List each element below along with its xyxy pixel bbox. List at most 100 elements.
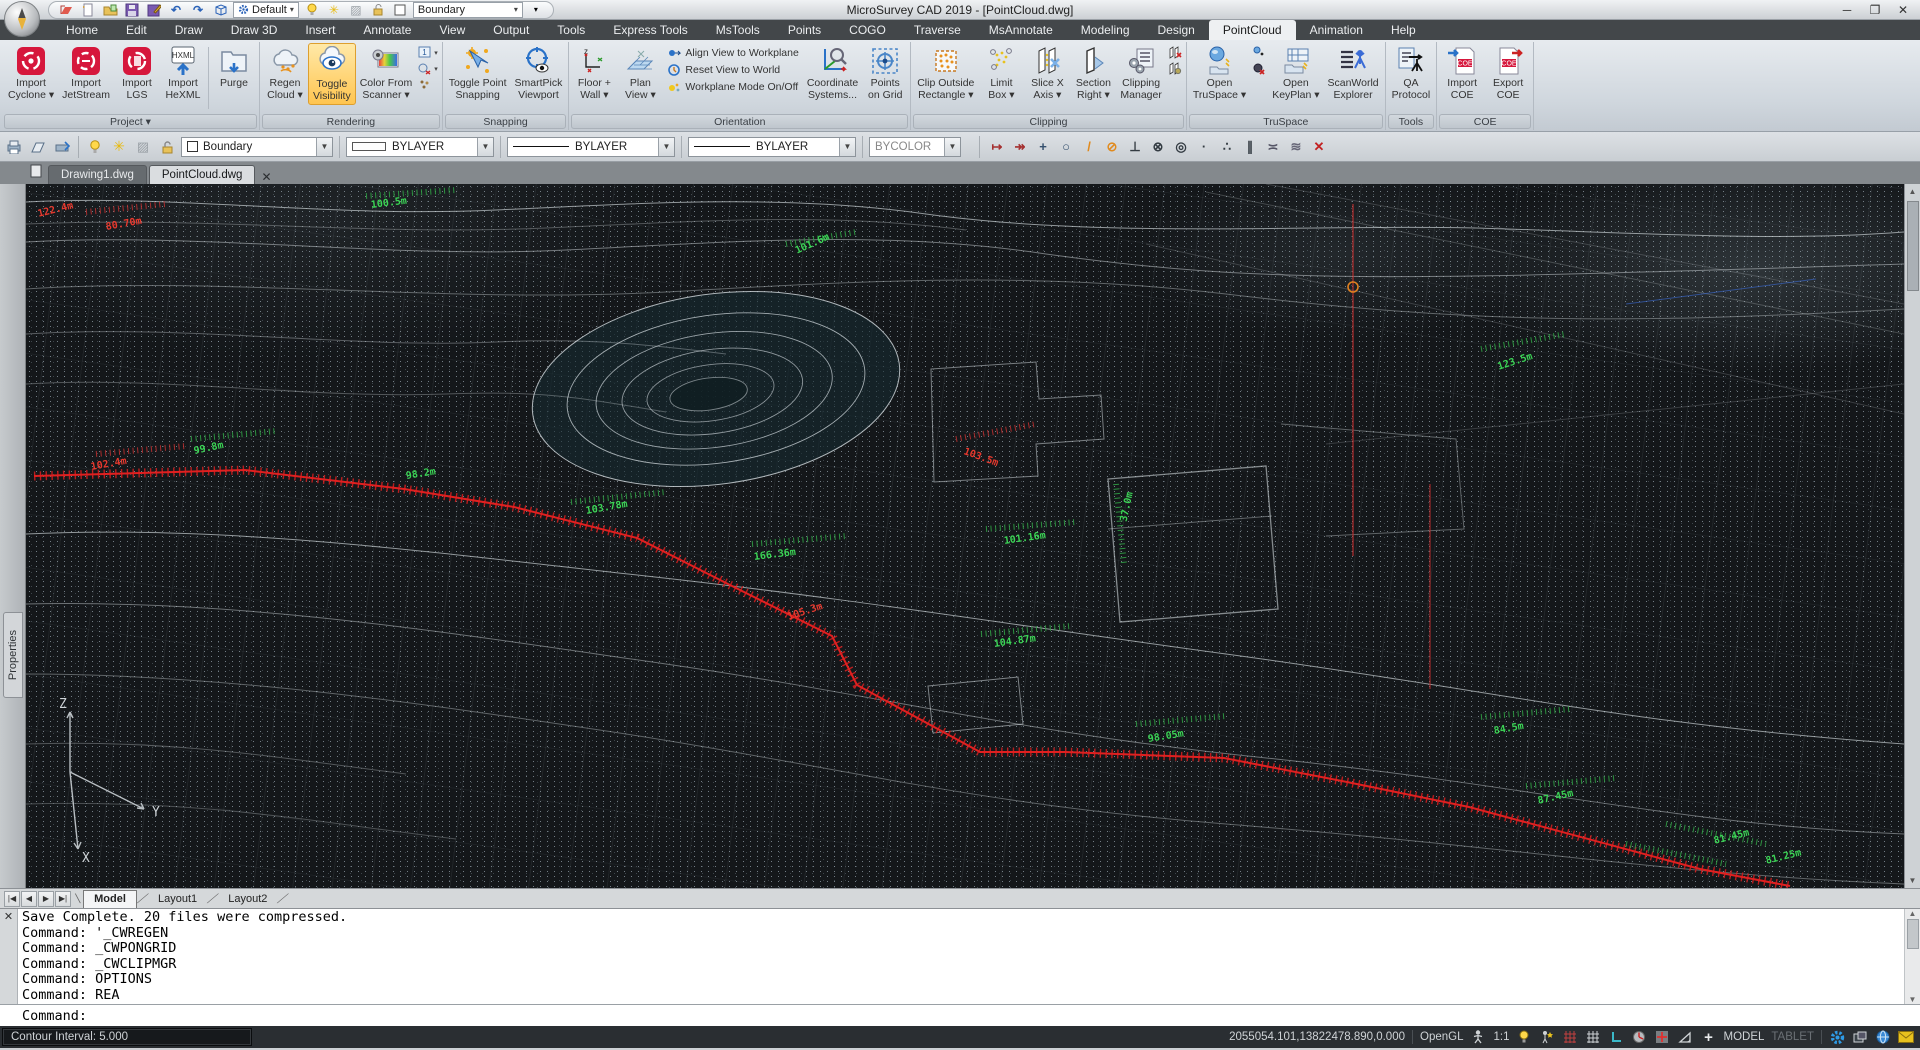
- snap-nearest-icon[interactable]: ≋: [1285, 136, 1307, 158]
- menu-home[interactable]: Home: [52, 20, 112, 40]
- snap-intersection-icon[interactable]: /: [1078, 136, 1100, 158]
- toggle-point-snapping-button[interactable]: Toggle Point Snapping: [445, 43, 511, 103]
- truspace-mute-button[interactable]: [1252, 62, 1266, 75]
- scroll-thumb[interactable]: [1907, 201, 1919, 291]
- menu-design[interactable]: Design: [1144, 20, 1209, 40]
- publish-icon[interactable]: [52, 136, 72, 158]
- application-menu-button[interactable]: [4, 1, 40, 37]
- open-truspace-button[interactable]: Open TruSpace ▾: [1189, 43, 1250, 103]
- cmd-scroll-down-icon[interactable]: ▼: [1909, 995, 1917, 1004]
- minimize-button[interactable]: ─: [1840, 3, 1854, 17]
- smartpick-viewport-button[interactable]: SmartPick Viewport: [511, 43, 567, 103]
- menu-edit[interactable]: Edit: [112, 20, 161, 40]
- menu-points[interactable]: Points: [774, 20, 835, 40]
- clip-settings-button[interactable]: [1168, 62, 1182, 75]
- snap-center-icon[interactable]: ◎: [1170, 136, 1192, 158]
- plotstyle-select[interactable]: BYCOLOR ▼: [869, 137, 961, 157]
- toggle-visibility-button[interactable]: Toggle Visibility: [308, 43, 356, 105]
- tablet-toggle[interactable]: TABLET: [1771, 1031, 1814, 1043]
- ucs-toggle-icon[interactable]: [1608, 1029, 1624, 1045]
- clip-outside-rectangle-button[interactable]: Clip Outside Rectangle ▾: [913, 43, 978, 103]
- cascade-windows-icon[interactable]: [1852, 1029, 1868, 1045]
- renderer-label[interactable]: OpenGL: [1420, 1031, 1463, 1043]
- tab-layout2[interactable]: Layout2: [218, 890, 277, 908]
- menu-draw[interactable]: Draw: [161, 20, 217, 40]
- import-cyclone-button[interactable]: Import Cyclone ▾: [4, 43, 58, 103]
- snap-extension-icon[interactable]: ≍: [1262, 136, 1284, 158]
- menu-express-tools[interactable]: Express Tools: [599, 20, 701, 40]
- annotation-person-icon[interactable]: [1470, 1029, 1486, 1045]
- mail-icon[interactable]: [1898, 1029, 1914, 1045]
- menu-help[interactable]: Help: [1377, 20, 1430, 40]
- ortho-angle-icon[interactable]: [1677, 1029, 1693, 1045]
- align-view-workplane-button[interactable]: Align View to Workplane: [667, 46, 798, 60]
- menu-modeling[interactable]: Modeling: [1067, 20, 1144, 40]
- rendering-view-index-button[interactable]: 1▾: [418, 46, 438, 59]
- properties-panel-tab[interactable]: Properties: [3, 612, 23, 698]
- close-button[interactable]: ✕: [1896, 3, 1910, 17]
- menu-cogo[interactable]: COGO: [835, 20, 900, 40]
- limit-box-button[interactable]: Limit Box ▾: [978, 43, 1024, 103]
- tab-pointcloud[interactable]: PointCloud.dwg: [149, 165, 256, 184]
- color-select[interactable]: BYLAYER ▼: [346, 137, 494, 157]
- first-layout-button[interactable]: |◀: [4, 891, 20, 907]
- plot-icon[interactable]: [4, 136, 24, 158]
- rendering-density-button[interactable]: [418, 78, 438, 91]
- snap-midpoint-icon[interactable]: ○: [1055, 136, 1077, 158]
- purge-button[interactable]: Purge: [211, 43, 257, 92]
- snap-tangent-icon[interactable]: ⊗: [1147, 136, 1169, 158]
- rendering-hide-points-button[interactable]: ▾: [418, 62, 438, 75]
- model-space-toggle[interactable]: MODEL: [1723, 1031, 1764, 1043]
- menu-tools[interactable]: Tools: [543, 20, 599, 40]
- lineweight-select[interactable]: BYLAYER ▼: [688, 137, 856, 157]
- coordinate-systems-button[interactable]: Coordinate Systems...: [803, 43, 862, 103]
- reset-view-world-button[interactable]: Reset View to World: [667, 63, 798, 77]
- group-label-project[interactable]: Project ▾: [4, 114, 257, 129]
- layer-select[interactable]: Boundary ▼: [181, 137, 333, 157]
- snap-quadrant-icon[interactable]: ∴: [1216, 136, 1238, 158]
- snap-tracking-icon[interactable]: ↦: [986, 136, 1008, 158]
- tab-drawing1[interactable]: Drawing1.dwg: [48, 165, 147, 184]
- slice-x-axis-button[interactable]: Slice X Axis ▾: [1024, 43, 1070, 103]
- truspace-pick-button[interactable]: [1252, 46, 1266, 59]
- menu-draw-3d[interactable]: Draw 3D: [217, 20, 292, 40]
- menu-output[interactable]: Output: [479, 20, 543, 40]
- menu-animation[interactable]: Animation: [1296, 20, 1377, 40]
- tab-model[interactable]: Model: [83, 890, 137, 908]
- snap-none-icon[interactable]: ✕: [1308, 136, 1330, 158]
- scanworld-explorer-button[interactable]: ScanWorld Explorer: [1323, 43, 1382, 103]
- polar-tracking-icon[interactable]: [1631, 1029, 1647, 1045]
- grid-display-icon[interactable]: [1562, 1029, 1578, 1045]
- regen-cloud-button[interactable]: Regen Cloud ▾: [262, 43, 308, 103]
- command-history[interactable]: Save Complete. 20 files were compressed.…: [18, 909, 1904, 1004]
- annotation-visibility-icon[interactable]: [1516, 1029, 1532, 1045]
- cmd-scroll-up-icon[interactable]: ▲: [1909, 909, 1917, 918]
- menu-insert[interactable]: Insert: [291, 20, 349, 40]
- menu-annotate[interactable]: Annotate: [349, 20, 425, 40]
- layer-on-icon[interactable]: [85, 136, 105, 158]
- export-coe-button[interactable]: COE Export COE: [1485, 43, 1531, 103]
- points-on-grid-button[interactable]: Points on Grid: [862, 43, 908, 103]
- color-from-scanner-button[interactable]: Color From Scanner ▾: [356, 43, 417, 103]
- import-coe-button[interactable]: COE Import COE: [1439, 43, 1485, 103]
- drawing-canvas[interactable]: Z Y X 122.4m80.70m100.5m101.6m102.4m99.8…: [26, 184, 1904, 888]
- scroll-up-icon[interactable]: ▲: [1909, 184, 1917, 199]
- menu-traverse[interactable]: Traverse: [900, 20, 975, 40]
- globe-online-icon[interactable]: [1875, 1029, 1891, 1045]
- floor-wall-button[interactable]: z Floor + Wall ▾: [571, 43, 617, 103]
- snap-node-icon[interactable]: ·: [1193, 136, 1215, 158]
- prev-layout-button[interactable]: ◀: [21, 891, 37, 907]
- import-hexml-button[interactable]: HXML Import HeXML: [160, 43, 206, 103]
- crosshair-toggle-icon[interactable]: +: [1700, 1029, 1716, 1045]
- command-input[interactable]: Command:: [0, 1004, 1920, 1026]
- menu-mstools[interactable]: MsTools: [702, 20, 774, 40]
- linetype-select[interactable]: BYLAYER ▼: [507, 137, 675, 157]
- clip-delete-button[interactable]: [1168, 46, 1182, 59]
- snap-grid-icon[interactable]: [1585, 1029, 1601, 1045]
- snap-endpoint-icon[interactable]: +: [1032, 136, 1054, 158]
- import-jetstream-button[interactable]: Import JetStream: [58, 43, 114, 103]
- plan-view-button[interactable]: Plan View ▾: [617, 43, 663, 103]
- workplane-mode-button[interactable]: Workplane Mode On/Off: [667, 80, 798, 94]
- tab-layout1[interactable]: Layout1: [148, 890, 207, 908]
- snap-apparent-intersection-icon[interactable]: ⊘: [1101, 136, 1123, 158]
